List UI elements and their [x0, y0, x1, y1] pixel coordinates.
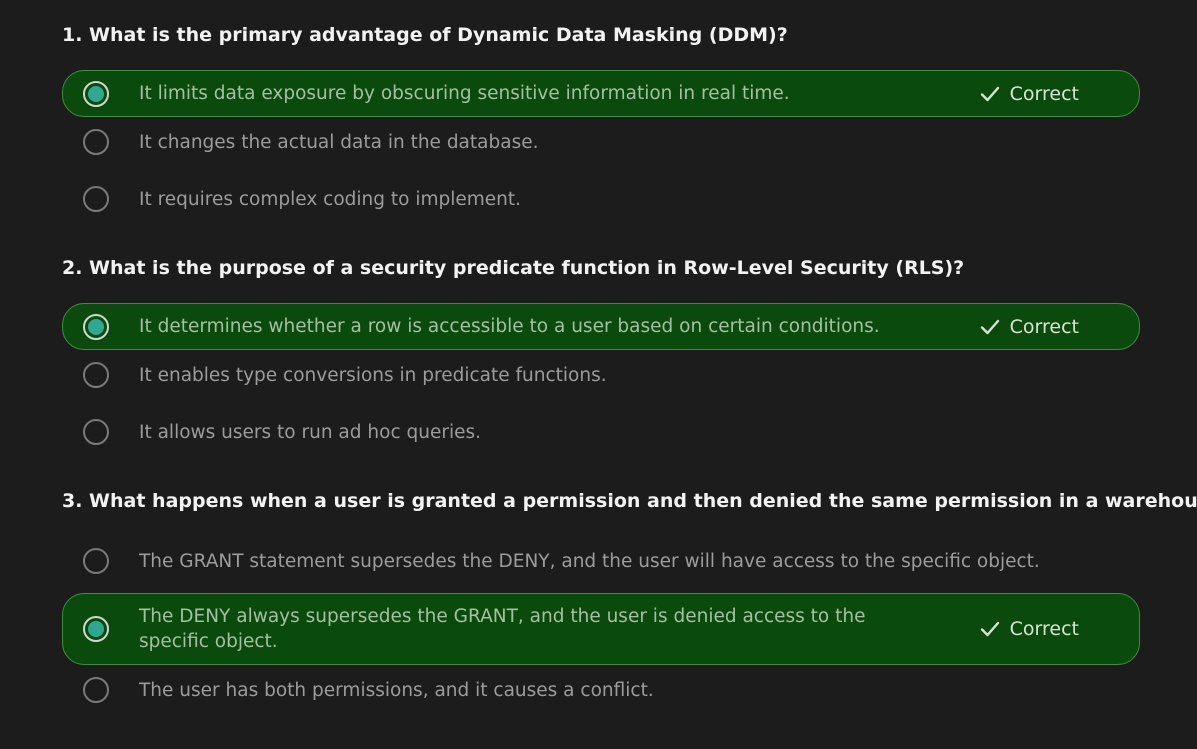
question-title: 2. What is the purpose of a security pre…	[62, 257, 965, 279]
answer-text: It determines whether a row is accessibl…	[139, 316, 880, 337]
radio-button-icon[interactable]	[83, 616, 109, 642]
radio-button-icon[interactable]	[83, 548, 109, 574]
question-title: 3. What happens when a user is granted a…	[62, 490, 1197, 512]
answer-text: It enables type conversions in predicate…	[139, 364, 607, 386]
radio-button-icon[interactable]	[83, 129, 109, 155]
answer-text: It requires complex coding to implement.	[139, 188, 522, 210]
radio-button-icon[interactable]	[83, 677, 109, 703]
status-label: Correct	[1009, 315, 1079, 338]
answer-text: It changes the actual data in the databa…	[139, 131, 539, 153]
answer-option[interactable]: It changes the actual data in the databa…	[62, 119, 1140, 165]
status-label: Correct	[1009, 618, 1079, 640]
radio-button-icon[interactable]	[83, 313, 109, 340]
answer-option[interactable]: It requires complex coding to implement.	[62, 176, 1140, 222]
question-title: 1. What is the primary advantage of Dyna…	[62, 24, 788, 46]
answer-option[interactable]: It allows users to run ad hoc queries.	[62, 409, 1140, 455]
status-label: Correct	[1009, 82, 1079, 105]
answer-option[interactable]: The GRANT statement supersedes the DENY,…	[62, 538, 1140, 584]
answer-text: The user has both permissions, and it ca…	[139, 679, 654, 701]
answer-option[interactable]: The user has both permissions, and it ca…	[62, 667, 1140, 713]
status-badge: Correct	[980, 82, 1079, 106]
check-icon	[980, 621, 999, 637]
radio-button-icon[interactable]	[83, 80, 109, 107]
status-badge: Correct	[980, 617, 1079, 641]
answer-option[interactable]: It enables type conversions in predicate…	[62, 352, 1140, 398]
check-icon	[980, 86, 999, 101]
check-icon	[980, 319, 999, 334]
answer-text: It allows users to run ad hoc queries.	[139, 421, 481, 443]
radio-button-icon[interactable]	[83, 362, 109, 388]
answer-option-correct[interactable]: It determines whether a row is accessibl…	[62, 303, 1140, 350]
answer-option-correct[interactable]: It limits data exposure by obscuring sen…	[62, 70, 1140, 117]
answer-option-correct[interactable]: The DENY always supersedes the GRANT, an…	[62, 593, 1140, 665]
answer-text: It limits data exposure by obscuring sen…	[139, 83, 790, 104]
radio-button-icon[interactable]	[83, 419, 109, 445]
answer-text: The DENY always supersedes the GRANT, an…	[139, 606, 866, 652]
answer-text: The GRANT statement supersedes the DENY,…	[139, 550, 1040, 572]
radio-button-icon[interactable]	[83, 186, 109, 212]
status-badge: Correct	[980, 315, 1079, 339]
